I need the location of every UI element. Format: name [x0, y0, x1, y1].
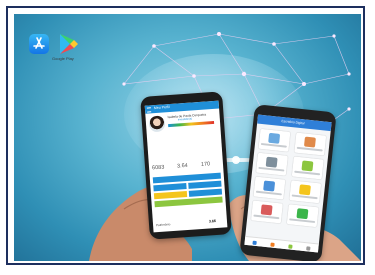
menu-tile[interactable]	[250, 200, 283, 224]
tile-label	[296, 146, 323, 152]
stat-value: 3.64	[176, 162, 188, 170]
google-play-label: Google Play	[52, 56, 74, 61]
avatar	[148, 115, 166, 133]
stat-value: 6083	[151, 164, 165, 172]
menu-icon[interactable]	[146, 107, 152, 113]
profile-action-button[interactable]	[153, 183, 187, 192]
profile-action-button[interactable]	[188, 188, 223, 197]
nav-item-icon[interactable]	[270, 242, 275, 247]
profile-header-title: Meu Perfil	[153, 105, 170, 111]
menu-tile[interactable]	[255, 152, 288, 176]
tile-label	[253, 214, 280, 220]
tile-icon	[260, 204, 273, 216]
tile-icon	[301, 160, 314, 172]
profile-action-button[interactable]	[153, 191, 188, 200]
menu-tile[interactable]	[291, 156, 324, 180]
menu-tile[interactable]	[289, 180, 322, 204]
left-phone-screen: Meu Perfil Isabela de Paula Cerqueira In…	[144, 100, 228, 233]
left-phone: Meu Perfil Isabela de Paula Cerqueira In…	[140, 91, 232, 240]
tile-icon	[263, 180, 276, 192]
promo-photo: Google Play Meu Perfil Isabela de Paula …	[14, 14, 361, 261]
tile-label	[255, 190, 282, 196]
tile-label	[291, 194, 318, 200]
tile-icon	[296, 208, 309, 220]
tile-label	[294, 170, 321, 176]
nav-item-icon[interactable]	[306, 246, 311, 251]
nav-item-icon[interactable]	[288, 244, 293, 249]
bottom-nav	[244, 235, 319, 253]
right-phone-screen: Escritório Digital	[244, 114, 332, 253]
profile-header-bar: Meu Perfil	[144, 100, 220, 114]
bottom-label: Patrimônio	[155, 222, 171, 228]
tile-label	[289, 218, 316, 224]
app-store-icon	[29, 34, 49, 54]
stat-value: 170	[200, 161, 211, 168]
bottom-value: 3.66	[208, 219, 217, 224]
menu-tile[interactable]	[253, 176, 286, 200]
tile-label	[260, 142, 287, 148]
tile-icon	[298, 184, 311, 196]
tile-icon	[303, 136, 316, 148]
menu-tile[interactable]	[294, 132, 327, 156]
user-subtitle: Investidor(a)	[177, 117, 193, 122]
tile-icon	[265, 156, 278, 168]
score-color-bar	[168, 120, 215, 128]
nav-home-icon[interactable]	[252, 240, 257, 246]
tile-label	[258, 166, 285, 172]
google-play-icon	[56, 33, 80, 55]
profile-action-button[interactable]	[188, 180, 222, 189]
app-header-title: Escritório Digital	[281, 118, 305, 126]
right-phone: Escritório Digital	[239, 104, 337, 261]
tile-icon	[268, 132, 281, 144]
menu-tile[interactable]	[286, 204, 319, 228]
menu-tile[interactable]	[258, 128, 291, 152]
